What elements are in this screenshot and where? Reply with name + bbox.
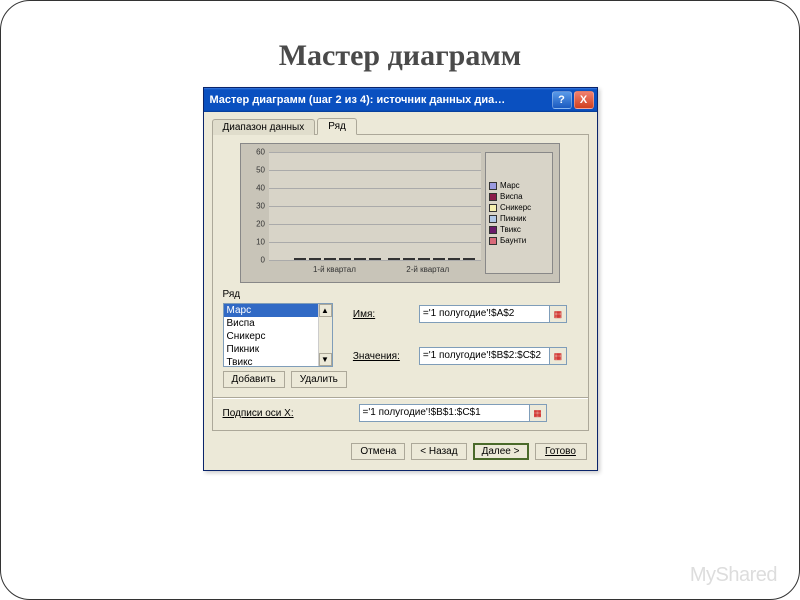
- legend-swatch-icon: [489, 226, 497, 234]
- gridline: [269, 152, 481, 153]
- cancel-button[interactable]: Отмена: [351, 443, 405, 460]
- gridline: [269, 242, 481, 243]
- legend-swatch-icon: [489, 193, 497, 201]
- bar: [388, 258, 400, 260]
- legend-item: Баунти: [489, 236, 549, 245]
- wizard-footer: Отмена < Назад Далее > Готово: [204, 437, 597, 470]
- list-item[interactable]: Марс: [224, 304, 332, 317]
- xlabels-label: Подписи оси X:: [223, 408, 353, 419]
- next-button[interactable]: Далее >: [473, 443, 529, 460]
- xlabels-refedit[interactable]: ='1 полугодие'!$B$1:$C$1 ▦: [359, 404, 547, 422]
- bar: [309, 258, 321, 260]
- name-label: Имя:: [353, 309, 413, 320]
- legend-item: Твикс: [489, 225, 549, 234]
- y-tick-label: 0: [247, 256, 265, 265]
- gridline: [269, 206, 481, 207]
- tab-strip: Диапазон данных Ряд: [204, 112, 597, 134]
- bar: [324, 258, 336, 260]
- values-refedit[interactable]: ='1 полугодие'!$B$2:$C$2 ▦: [419, 347, 567, 365]
- watermark: MyShared: [690, 564, 777, 587]
- gridline: [269, 170, 481, 171]
- bar: [339, 258, 351, 260]
- y-tick-label: 50: [247, 165, 265, 174]
- y-tick-label: 40: [247, 183, 265, 192]
- bar: [354, 258, 366, 260]
- legend-label: Твикс: [500, 225, 521, 234]
- scroll-up-icon[interactable]: ▲: [319, 304, 332, 317]
- xlabels-refpick-icon[interactable]: ▦: [529, 404, 547, 422]
- bar-group: [294, 258, 381, 260]
- bar: [369, 258, 381, 260]
- tab-series[interactable]: Ряд: [317, 118, 357, 135]
- legend-swatch-icon: [489, 182, 497, 190]
- chart-plot-area: 01020304050601-й квартал2-й квартал: [269, 152, 481, 260]
- list-item[interactable]: Сникерс: [224, 330, 332, 343]
- legend-label: Марс: [500, 181, 520, 190]
- list-item[interactable]: Пикник: [224, 343, 332, 356]
- chart-legend: Марс Виспа Сникерс Пикник Твикс Баунти: [485, 152, 553, 274]
- titlebar[interactable]: Мастер диаграмм (шаг 2 из 4): источник д…: [204, 88, 597, 112]
- listbox-scrollbar[interactable]: ▲ ▼: [318, 304, 332, 366]
- xlabels-field[interactable]: ='1 полугодие'!$B$1:$C$1: [359, 404, 529, 422]
- tab-panel: 01020304050601-й квартал2-й квартал Марс…: [212, 134, 589, 431]
- name-refpick-icon[interactable]: ▦: [549, 305, 567, 323]
- y-tick-label: 10: [247, 238, 265, 247]
- gridline: [269, 188, 481, 189]
- x-tick-label: 1-й квартал: [284, 265, 384, 274]
- y-tick-label: 60: [247, 148, 265, 157]
- y-tick-label: 20: [247, 219, 265, 228]
- values-field[interactable]: ='1 полугодие'!$B$2:$C$2: [419, 347, 549, 365]
- gridline: [269, 260, 481, 261]
- close-button[interactable]: X: [574, 91, 594, 109]
- legend-swatch-icon: [489, 204, 497, 212]
- legend-swatch-icon: [489, 237, 497, 245]
- slide-frame: Мастер диаграмм Мастер диаграмм (шаг 2 и…: [0, 0, 800, 600]
- y-tick-label: 30: [247, 202, 265, 211]
- legend-item: Пикник: [489, 214, 549, 223]
- series-section-label: Ряд: [223, 289, 578, 300]
- legend-label: Сникерс: [500, 203, 531, 212]
- name-field[interactable]: ='1 полугодие'!$A$2: [419, 305, 549, 323]
- name-refedit[interactable]: ='1 полугодие'!$A$2 ▦: [419, 305, 567, 323]
- x-tick-label: 2-й квартал: [378, 265, 478, 274]
- values-label: Значения:: [353, 351, 413, 362]
- series-listbox[interactable]: МарсВиспаСникерсПикникТвикс ▲ ▼: [223, 303, 333, 367]
- bar-group: [388, 258, 475, 260]
- titlebar-caption: Мастер диаграмм (шаг 2 из 4): источник д…: [210, 94, 550, 106]
- list-item[interactable]: Твикс: [224, 356, 332, 367]
- slide-title: Мастер диаграмм: [31, 39, 769, 73]
- chart-preview: 01020304050601-й квартал2-й квартал Марс…: [240, 143, 560, 283]
- legend-label: Пикник: [500, 214, 526, 223]
- gridline: [269, 224, 481, 225]
- help-button[interactable]: ?: [552, 91, 572, 109]
- bar: [463, 258, 475, 260]
- tab-data-range[interactable]: Диапазон данных: [212, 119, 316, 135]
- scroll-down-icon[interactable]: ▼: [319, 353, 332, 366]
- separator: [213, 397, 588, 398]
- bar: [294, 258, 306, 260]
- bar: [433, 258, 445, 260]
- wizard-dialog: Мастер диаграмм (шаг 2 из 4): источник д…: [203, 87, 598, 471]
- bar: [448, 258, 460, 260]
- legend-swatch-icon: [489, 215, 497, 223]
- legend-item: Марс: [489, 181, 549, 190]
- values-refpick-icon[interactable]: ▦: [549, 347, 567, 365]
- bar: [418, 258, 430, 260]
- legend-label: Баунти: [500, 236, 526, 245]
- legend-label: Виспа: [500, 192, 523, 201]
- finish-button[interactable]: Готово: [535, 443, 587, 460]
- back-button[interactable]: < Назад: [411, 443, 466, 460]
- list-item[interactable]: Виспа: [224, 317, 332, 330]
- legend-item: Виспа: [489, 192, 549, 201]
- bar: [403, 258, 415, 260]
- legend-item: Сникерс: [489, 203, 549, 212]
- remove-series-button[interactable]: Удалить: [291, 371, 347, 388]
- add-series-button[interactable]: Добавить: [223, 371, 285, 388]
